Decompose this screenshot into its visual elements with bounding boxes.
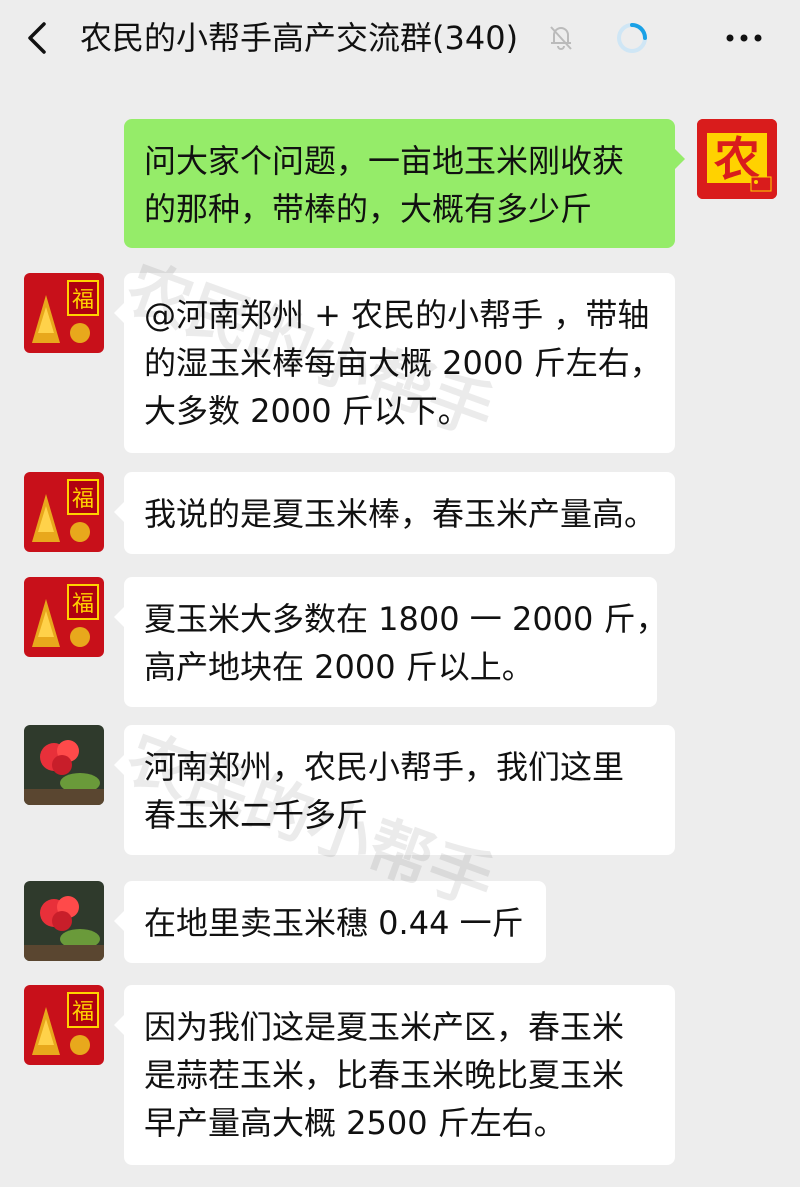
chat-header: 农民的小帮手高产交流群(340) bbox=[0, 0, 800, 78]
message-text-line: 的湿玉米棒每亩大概 2000 斤左右， bbox=[144, 344, 662, 382]
svg-text:福: 福 bbox=[72, 487, 94, 512]
message-text-line: 河南郑州，农民小帮手，我们这里 bbox=[144, 748, 625, 786]
message-text-line: 因为我们这是夏玉米产区，春玉米 bbox=[144, 1008, 625, 1046]
message-text-line: @河南郑州 + 农民的小帮手 ，带轴 bbox=[144, 296, 650, 334]
message-bubble[interactable]: @河南郑州 + 农民的小帮手 ，带轴 的湿玉米棒每亩大概 2000 斤左右， 大… bbox=[114, 273, 675, 453]
nong-logo-icon: 农 bbox=[697, 119, 777, 199]
fu-avatar-icon: 福 bbox=[24, 273, 104, 353]
sender-avatar-flower[interactable] bbox=[24, 881, 104, 961]
message-text-line: 在地里卖玉米穗 0.44 一斤 bbox=[144, 904, 524, 942]
sender-avatar-flower[interactable] bbox=[24, 725, 104, 805]
flower-avatar-icon bbox=[24, 725, 104, 805]
svg-text:福: 福 bbox=[72, 592, 94, 617]
more-button[interactable] bbox=[720, 20, 768, 56]
fu-avatar-icon: 福 bbox=[24, 985, 104, 1065]
fu-avatar-icon: 福 bbox=[24, 577, 104, 657]
more-dots-icon bbox=[726, 34, 762, 42]
svg-text:福: 福 bbox=[72, 288, 94, 313]
sender-avatar-fu[interactable]: 福 bbox=[24, 273, 104, 353]
message-bubble[interactable]: 夏玉米大多数在 1800 一 2000 斤， 高产地块在 2000 斤以上。 bbox=[114, 577, 668, 707]
message-text-line: 我说的是夏玉米棒，春玉米产量高。 bbox=[144, 495, 657, 533]
message-text-line: 是蒜茬玉米，比春玉米晚比夏玉米 bbox=[144, 1056, 625, 1094]
message-text-line: 早产量高大概 2500 斤左右。 bbox=[144, 1104, 566, 1142]
message-bubble[interactable]: 在地里卖玉米穗 0.44 一斤 bbox=[114, 881, 546, 963]
message-text-line: 高产地块在 2000 斤以上。 bbox=[144, 648, 534, 686]
sender-avatar-fu[interactable]: 福 bbox=[24, 985, 104, 1065]
message-bubble[interactable]: 因为我们这是夏玉米产区，春玉米 是蒜茬玉米，比春玉米晚比夏玉米 早产量高大概 2… bbox=[114, 985, 675, 1165]
loading-ring-icon bbox=[614, 20, 650, 56]
back-button[interactable] bbox=[22, 18, 58, 58]
message-text-line: 夏玉米大多数在 1800 一 2000 斤， bbox=[144, 600, 668, 638]
my-message-bubble[interactable]: 问大家个问题，一亩地玉米刚收获 的那种，带棒的，大概有多少斤 bbox=[124, 119, 685, 248]
chat-title: 农民的小帮手高产交流群(340) bbox=[80, 19, 519, 57]
svg-text:福: 福 bbox=[72, 1000, 94, 1025]
chevron-left-icon bbox=[28, 22, 46, 54]
message-bubble[interactable]: 河南郑州，农民小帮手，我们这里 春玉米二千多斤 bbox=[114, 725, 675, 855]
sender-avatar-fu[interactable]: 福 bbox=[24, 472, 104, 552]
my-avatar[interactable]: 农 bbox=[697, 119, 777, 199]
flower-avatar-icon bbox=[24, 881, 104, 961]
sender-avatar-fu[interactable]: 福 bbox=[24, 577, 104, 657]
message-text-line: 的那种，带棒的，大概有多少斤 bbox=[144, 190, 593, 228]
message-text-line: 问大家个问题，一亩地玉米刚收获 bbox=[144, 142, 625, 180]
message-text-line: 春玉米二千多斤 bbox=[144, 796, 369, 834]
message-text-line: 大多数 2000 斤以下。 bbox=[144, 392, 470, 430]
message-bubble[interactable]: 我说的是夏玉米棒，春玉米产量高。 bbox=[114, 472, 675, 554]
bell-muted-icon bbox=[546, 22, 576, 52]
fu-avatar-icon: 福 bbox=[24, 472, 104, 552]
